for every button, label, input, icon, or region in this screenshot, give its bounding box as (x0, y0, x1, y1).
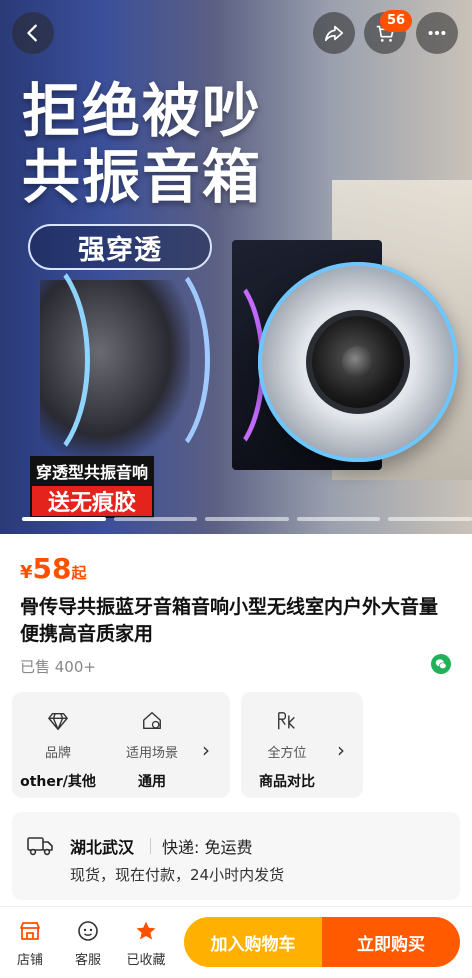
cart-count-badge: 56 (380, 10, 413, 32)
hero-headline: 拒绝被吵 共振音箱 (22, 78, 262, 210)
product-info: ¥58起 骨传导共振蓝牙音箱音响小型无线室内户外大音量便携高音质家用 已售 40… (0, 534, 472, 684)
favorite-button[interactable]: 已收藏 (118, 917, 174, 968)
share-button[interactable] (313, 12, 355, 54)
carousel-dot[interactable] (296, 517, 381, 521)
attribute-scene-value: 通用 (138, 774, 166, 790)
attribute-scene: 适用场景 通用 (106, 710, 198, 791)
attribute-brand-value: other/其他 (20, 774, 96, 790)
hero-headline-line1: 拒绝被吵 (22, 77, 263, 145)
back-button[interactable] (12, 12, 54, 54)
more-icon (428, 30, 446, 36)
service-icon (78, 921, 98, 941)
attribute-brand-label: 品牌 (44, 746, 71, 761)
add-to-cart-button[interactable]: 加入购物车 (184, 917, 322, 967)
attribute-compare-value: 商品对比 (259, 774, 315, 790)
shop-button[interactable]: 店铺 (2, 917, 58, 968)
carousel-dot[interactable] (388, 517, 472, 521)
price: ¥58起 (20, 552, 87, 585)
attribute-compare-label: 全方位 (267, 746, 307, 761)
shipping-note: 现货，现在付款，24小时内发货 (70, 866, 285, 884)
chevron-right-icon: › (337, 738, 345, 762)
more-button[interactable] (416, 12, 458, 54)
product-title: 骨传导共振蓝牙音箱音响小型无线室内户外大音量便携高音质家用 (20, 596, 439, 645)
customer-service-button[interactable]: 客服 (60, 917, 116, 968)
truck-icon (26, 834, 54, 862)
price-value: 58 (32, 552, 72, 585)
rk-icon (278, 712, 295, 730)
shipping-fee: 快递: 免运费 (162, 838, 253, 857)
home-check-icon (143, 712, 161, 730)
wechat-share-button[interactable] (431, 654, 451, 674)
shipping-section: 湖北武汉 快递: 免运费 现货，现在付款，24小时内发货 (0, 808, 472, 908)
price-currency: ¥ (20, 562, 33, 583)
carousel-dot[interactable] (113, 517, 198, 521)
speaker-image (258, 262, 458, 462)
carousel-dot[interactable] (205, 517, 289, 521)
attribute-compare: 全方位 商品对比 (241, 710, 333, 791)
favorited-label: 已收藏 (126, 953, 166, 968)
hero-headline-line2: 共振音箱 (22, 143, 263, 211)
speaker-cone (306, 310, 410, 414)
share-icon (324, 25, 344, 42)
bottom-action-bar: 店铺 客服 已收藏 加入购物车 立即购买 (0, 906, 472, 978)
star-icon (136, 921, 156, 940)
price-suffix: 起 (71, 564, 87, 582)
product-image-carousel[interactable]: 拒绝被吵 共振音箱 强穿透 穿透型共振音响 送无痕胶 (0, 0, 472, 534)
purchase-buttons: 加入购物车 立即购买 (184, 917, 460, 967)
attribute-brand: 品牌 other/其他 (12, 710, 104, 791)
ship-from-location: 湖北武汉 (70, 838, 135, 857)
hero-badge-dark: 穿透型共振音响 (30, 456, 154, 486)
attribute-scene-label: 适用场景 (125, 746, 178, 761)
hero-badge-red: 送无痕胶 (30, 484, 154, 518)
buy-now-button[interactable]: 立即购买 (322, 917, 460, 967)
sound-wave (175, 270, 265, 460)
back-icon (27, 24, 37, 42)
sold-count: 已售 400+ (20, 658, 96, 676)
divider (150, 838, 151, 854)
wechat-icon (435, 659, 447, 670)
diamond-icon (48, 712, 68, 730)
service-label: 客服 (74, 953, 101, 968)
compare-card[interactable]: 全方位 商品对比 › (241, 692, 363, 798)
carousel-indicators[interactable] (22, 517, 472, 521)
carousel-dot[interactable] (22, 517, 106, 521)
attribute-card[interactable]: 品牌 other/其他 适用场景 通用 › (12, 692, 230, 798)
store-icon (20, 922, 40, 940)
chevron-right-icon: › (202, 738, 210, 762)
shop-label: 店铺 (16, 953, 43, 968)
attribute-section: 品牌 other/其他 适用场景 通用 › 全方位 商品对比 › (0, 684, 472, 808)
shipping-card[interactable]: 湖北武汉 快递: 免运费 现货，现在付款，24小时内发货 (12, 812, 460, 900)
hero-pill: 强穿透 (28, 224, 212, 270)
